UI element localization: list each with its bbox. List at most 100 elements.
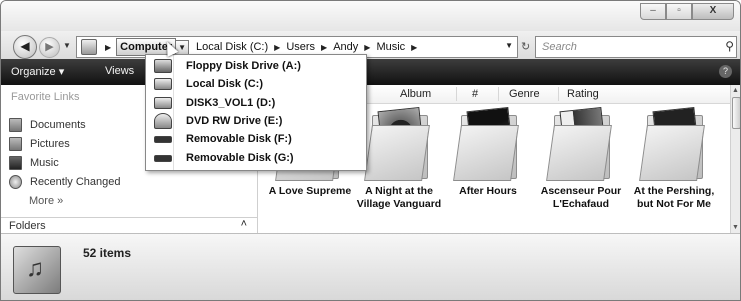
album-title: At the Pershing, but Not For Me xyxy=(628,185,720,211)
album-title: A Night at the Village Vanguard xyxy=(353,185,445,211)
dvd-drive-icon xyxy=(154,113,172,129)
search-input[interactable]: Search ⚲ xyxy=(535,36,737,58)
scroll-up-icon[interactable]: ▲ xyxy=(732,87,739,94)
column-divider[interactable] xyxy=(456,87,457,101)
minimize-button[interactable]: – xyxy=(640,3,666,20)
album-title-line: Village Vanguard xyxy=(356,198,442,210)
menu-item-dvd-drive[interactable]: DVD RW Drive (E:) xyxy=(148,112,362,130)
refresh-icon[interactable]: ↻ xyxy=(521,40,530,53)
scrollbar-thumb[interactable] xyxy=(732,97,740,129)
chevron-right-icon[interactable]: ▶ xyxy=(274,43,280,52)
back-button[interactable]: ◀ xyxy=(13,35,37,59)
menu-item-removable-disk-f[interactable]: Removable Disk (F:) xyxy=(148,130,362,148)
chevron-up-icon: ˄ xyxy=(240,218,247,230)
folder-front xyxy=(639,125,705,181)
breadcrumb-computer-dropdown[interactable]: ▼ xyxy=(176,39,190,55)
album-folder-icon xyxy=(546,106,612,181)
album-folder[interactable]: After Hours xyxy=(442,105,534,198)
folder-front xyxy=(364,125,430,181)
column-divider[interactable] xyxy=(498,87,499,101)
menu-item-disk3-vol1[interactable]: DISK3_VOL1 (D:) xyxy=(148,94,362,112)
maximize-button[interactable]: ▫ xyxy=(666,3,692,20)
removable-disk-icon xyxy=(154,154,172,162)
album-title-line: but Not For Me xyxy=(636,198,712,210)
column-genre[interactable]: Genre xyxy=(509,88,540,100)
forward-button[interactable]: ▶ xyxy=(39,37,60,58)
title-bar: – ▫ X xyxy=(1,1,740,31)
album-title-line: At the Pershing, xyxy=(633,185,715,197)
chevron-right-icon[interactable]: ▶ xyxy=(105,43,111,52)
menu-item-label: Removable Disk (F:) xyxy=(186,133,292,145)
breadcrumb-andy[interactable]: Andy xyxy=(332,41,359,53)
explorer-window: – ▫ X ◀ ▶ ▼ ▶ Computer ▼ Local Disk (C:)… xyxy=(0,0,741,301)
folders-toggle[interactable]: Folders ˄ xyxy=(1,217,257,234)
recent-pages-dropdown[interactable]: ▼ xyxy=(63,41,71,50)
scroll-down-icon[interactable]: ▼ xyxy=(732,224,739,231)
removable-disk-icon xyxy=(154,135,172,143)
hard-disk-icon xyxy=(154,97,172,109)
sidebar-item-pictures[interactable]: Pictures xyxy=(9,136,70,152)
sidebar-item-label: Music xyxy=(30,157,59,169)
album-title: Ascenseur Pour L'Echafaud xyxy=(535,185,627,211)
close-button[interactable]: X xyxy=(692,3,734,20)
chevron-right-icon[interactable]: ▶ xyxy=(411,43,417,52)
sidebar-item-label: Pictures xyxy=(30,138,70,150)
album-title: After Hours xyxy=(442,185,534,198)
album-folder[interactable]: At the Pershing, but Not For Me xyxy=(628,105,720,211)
breadcrumb-users[interactable]: Users xyxy=(285,41,316,53)
menu-item-label: Local Disk (C:) xyxy=(186,78,264,90)
menu-item-removable-disk-g[interactable]: Removable Disk (G:) xyxy=(148,149,362,167)
address-history-dropdown[interactable]: ▼ xyxy=(505,41,513,50)
drive-dropdown-menu: Floppy Disk Drive (A:) Local Disk (C:) D… xyxy=(145,54,367,171)
chevron-right-icon[interactable]: ▶ xyxy=(364,43,370,52)
album-title-line: L'Echafaud xyxy=(552,198,610,210)
column-album[interactable]: Album xyxy=(400,88,431,100)
column-rating[interactable]: Rating xyxy=(567,88,599,100)
pictures-icon xyxy=(9,137,22,151)
sidebar-item-music[interactable]: Music xyxy=(9,155,59,171)
album-folder-icon xyxy=(639,106,705,181)
command-bar: Organize ▾ Views ? xyxy=(1,59,740,85)
menu-item-local-disk[interactable]: Local Disk (C:) xyxy=(148,75,362,93)
help-icon[interactable]: ? xyxy=(719,65,732,78)
computer-icon xyxy=(81,39,97,55)
breadcrumb-music[interactable]: Music xyxy=(375,41,406,53)
more-links[interactable]: More » xyxy=(29,193,63,209)
navigation-bar: ◀ ▶ ▼ ▶ Computer ▼ Local Disk (C:) ▶ Use… xyxy=(1,31,740,59)
menu-item-label: DISK3_VOL1 (D:) xyxy=(186,97,276,109)
sidebar-item-documents[interactable]: Documents xyxy=(9,117,86,133)
more-label: More » xyxy=(29,195,64,207)
menu-item-floppy-drive[interactable]: Floppy Disk Drive (A:) xyxy=(148,57,362,75)
menu-item-label: DVD RW Drive (E:) xyxy=(186,115,283,127)
menu-item-label: Removable Disk (G:) xyxy=(186,152,294,164)
album-folder-icon xyxy=(453,106,519,181)
search-placeholder: Search xyxy=(542,41,577,53)
column-number[interactable]: # xyxy=(472,88,478,100)
sidebar-item-label: Documents xyxy=(30,119,86,131)
album-title-line: A Love Supreme xyxy=(268,185,352,197)
folder-front xyxy=(453,125,519,181)
views-button[interactable]: Views xyxy=(105,65,134,77)
menu-item-label: Floppy Disk Drive (A:) xyxy=(186,60,301,72)
recently-changed-icon xyxy=(9,175,22,189)
vertical-scrollbar[interactable]: ▲ ▼ xyxy=(730,85,740,233)
breadcrumb-local-disk[interactable]: Local Disk (C:) xyxy=(195,41,269,53)
local-disk-icon xyxy=(154,78,172,90)
floppy-drive-icon xyxy=(154,59,172,73)
album-folder-icon xyxy=(364,106,430,181)
music-icon xyxy=(9,156,22,170)
item-count: 52 items xyxy=(83,246,132,260)
documents-icon xyxy=(9,118,22,132)
chevron-right-icon[interactable]: ▶ xyxy=(321,43,327,52)
album-folder[interactable]: Ascenseur Pour L'Echafaud xyxy=(535,105,627,211)
sidebar-item-recently-changed[interactable]: Recently Changed xyxy=(9,174,121,190)
music-folder-icon xyxy=(13,246,61,294)
album-title-line: After Hours xyxy=(459,185,517,197)
folder-front xyxy=(546,125,612,181)
album-title: A Love Supreme xyxy=(264,185,356,198)
column-divider[interactable] xyxy=(558,87,559,101)
favorite-links-heading: Favorite Links xyxy=(11,91,80,103)
album-title-line: Ascenseur Pour xyxy=(540,185,622,197)
search-icon[interactable]: ⚲ xyxy=(725,39,734,53)
organize-button[interactable]: Organize ▾ xyxy=(11,65,64,78)
